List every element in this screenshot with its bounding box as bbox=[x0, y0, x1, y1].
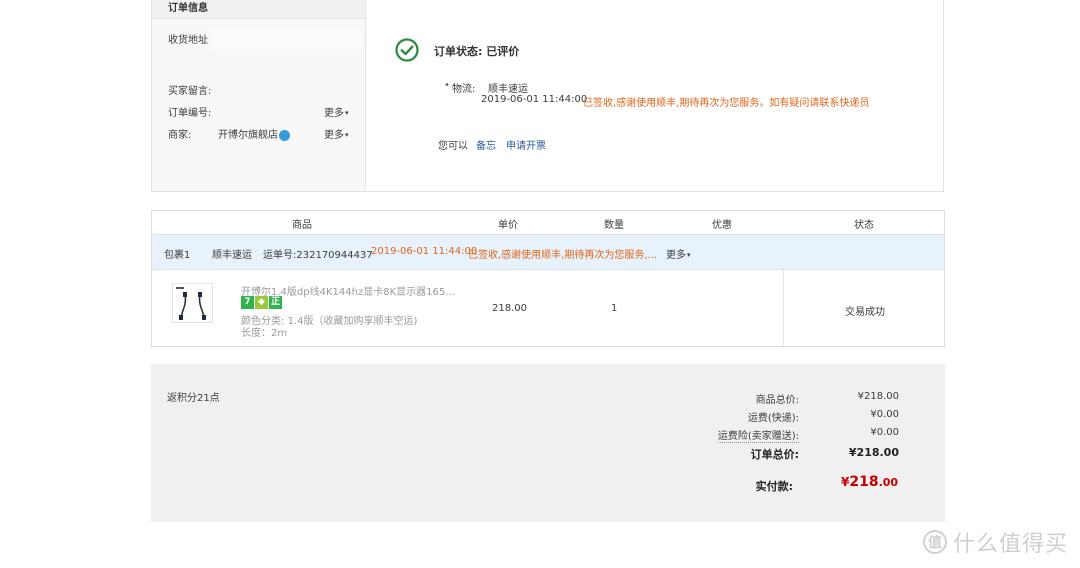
package-tracking-number: 运单号:232170944437 bbox=[263, 250, 373, 261]
summary-label-order-total: 订单总价: bbox=[750, 448, 799, 461]
package-row: 包裹1 顺丰速运 运单号:232170944437 2019-06-01 11:… bbox=[152, 234, 944, 270]
merchant-more-link[interactable]: 更多▾ bbox=[324, 126, 349, 141]
table-header: 商品 单价 数量 优惠 状态 bbox=[152, 211, 944, 234]
address-redacted bbox=[212, 28, 362, 50]
trade-status: 交易成功 bbox=[845, 307, 885, 318]
shipping-insurance-text: 运费险(卖家赠送): bbox=[717, 431, 799, 443]
watermark-text: 什么值得买 bbox=[952, 532, 1068, 557]
order-status-title: 订单状态: 已评价 bbox=[434, 45, 520, 58]
paid-label: 实付款: bbox=[755, 480, 793, 493]
package-message: 已签收,感谢使用顺丰,期待再次为您服务,... bbox=[468, 250, 658, 261]
product-length: 长度：2m bbox=[241, 328, 288, 339]
summary-value-goods-total: ¥218.00 bbox=[857, 391, 899, 402]
product-quantity: 1 bbox=[611, 303, 618, 314]
summary-label-goods-total: 商品总价: bbox=[755, 395, 799, 406]
logistics-time: 2019-06-01 11:44:00 bbox=[481, 94, 588, 105]
chevron-down-icon: ▾ bbox=[345, 131, 349, 139]
column-header-status: 状态 bbox=[854, 220, 874, 231]
package-more-text: 更多 bbox=[666, 250, 686, 261]
reward-points: 返积分21点 bbox=[167, 393, 220, 404]
paid-amount: ¥218.00 bbox=[841, 474, 898, 490]
watermark-logo: 值什么值得买 bbox=[922, 526, 1068, 558]
chat-icon[interactable] bbox=[279, 130, 290, 141]
sku-value: 1.4版（收藏加购享顺丰空运) bbox=[287, 316, 418, 327]
package-courier: 顺丰速运 bbox=[212, 250, 252, 261]
seven-day-return-icon: 7 bbox=[241, 296, 254, 309]
order-number-label: 订单编号: bbox=[168, 108, 212, 119]
summary-value-order-total: ¥218.00 bbox=[848, 446, 899, 459]
column-header-product: 商品 bbox=[292, 220, 312, 231]
summary-label-shipping: 运费(快递): bbox=[747, 413, 799, 424]
cable-image-icon bbox=[176, 287, 206, 320]
chevron-down-icon: ▾ bbox=[345, 109, 349, 117]
order-number-more-text: 更多 bbox=[324, 108, 344, 119]
merchant-name[interactable]: 开博尔旗舰店 bbox=[218, 126, 278, 141]
address-label: 收货地址 bbox=[168, 35, 208, 46]
logistics-message: 已签收,感谢使用顺丰,期待再次为您服务。如有疑问请联系快递员 bbox=[583, 98, 870, 109]
success-check-icon bbox=[395, 38, 419, 62]
order-number-more-link[interactable]: 更多▾ bbox=[324, 104, 349, 119]
product-price: 218.00 bbox=[492, 303, 527, 314]
product-thumbnail[interactable] bbox=[172, 283, 213, 323]
package-name: 包裹1 bbox=[164, 250, 191, 261]
paid-integer: 218 bbox=[849, 474, 879, 490]
shield-icon: ◆ bbox=[255, 296, 268, 309]
status-cell-divider bbox=[783, 270, 784, 346]
column-header-price: 单价 bbox=[498, 220, 518, 231]
merchant-label: 商家: bbox=[168, 130, 192, 141]
order-items-table: 商品 单价 数量 优惠 状态 包裹1 顺丰速运 运单号:232170944437… bbox=[151, 210, 945, 347]
order-info-header: 订单信息 bbox=[152, 0, 365, 19]
table-row: 开博尔1.4版dp线4K144hz显卡8K显示器165... 7 ◆ 正 颜色分类:… bbox=[152, 270, 944, 346]
logistics-company: 顺丰速运 bbox=[488, 84, 528, 95]
apply-invoice-link[interactable]: 申请开票 bbox=[506, 137, 546, 152]
order-summary-panel: 返积分21点 商品总价: ¥218.00 运费(快递): ¥0.00 运费险(卖… bbox=[151, 364, 945, 522]
bullet-icon: • bbox=[444, 80, 450, 91]
memo-link[interactable]: 备忘 bbox=[476, 137, 496, 152]
order-info-panel: 订单信息 收货地址 买家留言: 订单编号: 更多▾ 商家: 开博尔旗舰店 更多▾… bbox=[151, 0, 944, 192]
package-more-link[interactable]: 更多▾ bbox=[666, 246, 691, 261]
product-badges: 7 ◆ 正 bbox=[241, 296, 283, 309]
column-header-discount: 优惠 bbox=[712, 220, 732, 231]
watermark-icon: 值 bbox=[922, 530, 947, 554]
summary-value-shipping: ¥0.00 bbox=[870, 409, 899, 420]
column-header-quantity: 数量 bbox=[604, 220, 624, 231]
logistics-label: 物流: bbox=[452, 84, 476, 95]
package-time: 2019-06-01 11:44:00 bbox=[371, 246, 478, 257]
actions-label: 您可以 bbox=[438, 141, 468, 152]
buyer-message-label: 买家留言: bbox=[168, 86, 212, 97]
summary-value-shipping-insurance: ¥0.00 bbox=[870, 427, 899, 438]
order-info-sidebar: 订单信息 收货地址 买家留言: 订单编号: 更多▾ 商家: 开博尔旗舰店 更多▾ bbox=[152, 0, 366, 191]
paid-decimal: .00 bbox=[878, 476, 899, 489]
genuine-badge-icon: 正 bbox=[269, 296, 282, 309]
merchant-more-text: 更多 bbox=[324, 130, 344, 141]
chevron-down-icon: ▾ bbox=[687, 251, 691, 259]
summary-label-shipping-insurance[interactable]: 运费险(卖家赠送): bbox=[679, 427, 799, 443]
